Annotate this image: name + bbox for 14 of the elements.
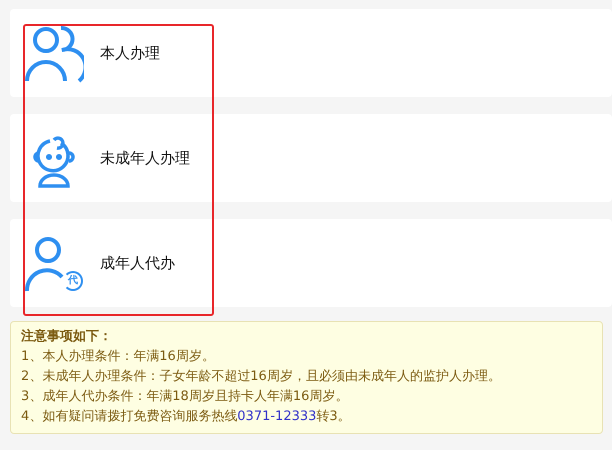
option-label: 成年人代办 <box>100 254 175 272</box>
notice-line: 2、未成年人办理条件：子女年龄不超过16周岁，且必须由未成年人的监护人办理。 <box>21 368 502 386</box>
option-card[interactable]: 代 成年人代办 <box>10 219 612 307</box>
option-card[interactable]: 未成年人办理 <box>10 114 612 202</box>
hotline-link[interactable]: 0371-12333 <box>237 409 316 424</box>
notice-title: 注意事项如下： <box>21 328 113 346</box>
notice-line: 3、成年人代办条件：年满18周岁且持卡人年满16周岁。 <box>21 388 350 406</box>
proxy-badge: 代 <box>63 271 83 291</box>
people-icon <box>24 23 84 83</box>
notice-line: 4、如有疑问请拨打免费咨询服务热线0371-12333转3。 <box>21 408 352 426</box>
option-label: 本人办理 <box>100 44 160 62</box>
option-label: 未成年人办理 <box>100 148 190 168</box>
option-card[interactable]: 本人办理 <box>10 9 612 97</box>
notice-line: 1、本人办理条件：年满16周岁。 <box>21 348 216 366</box>
